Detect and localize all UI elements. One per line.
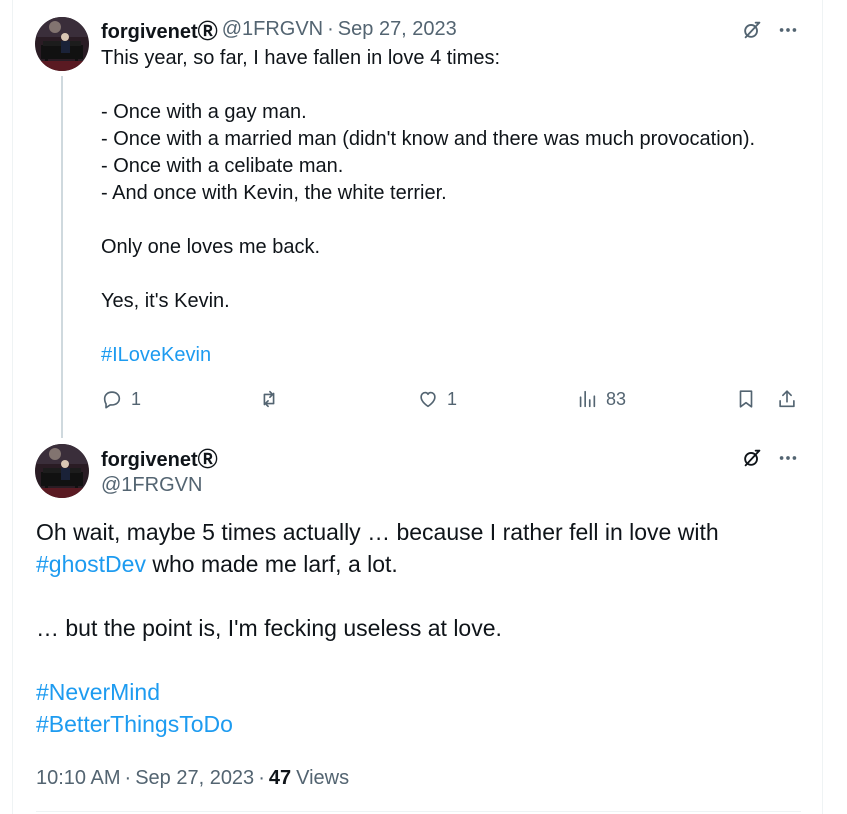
avatar[interactable] — [35, 17, 89, 71]
views-button[interactable]: 83 — [576, 385, 626, 413]
tweet-line: - Once with a gay man. — [101, 101, 307, 123]
display-name[interactable]: forgivenetⓇ — [101, 444, 218, 471]
tweet-line: This year, so far, I have fallen in love… — [101, 47, 501, 69]
tweet-line: - Once with a celibate man. — [101, 155, 344, 177]
more-options-icon[interactable] — [775, 445, 801, 471]
tweet-date[interactable]: Sep 27, 2023 — [135, 767, 254, 790]
display-name[interactable]: forgivenetⓇ — [101, 15, 218, 44]
bookmark-button[interactable] — [735, 385, 757, 413]
tweet-date[interactable]: Sep 27, 2023 — [338, 18, 457, 41]
tweet-line: Only one loves me back. — [101, 236, 320, 258]
tweet-line-text: who made me larf, a lot. — [145, 551, 398, 577]
tweet-line: … but the point is, I'm fecking useless … — [36, 615, 502, 641]
separator-dot: · — [124, 766, 132, 789]
thread-connector-line — [61, 76, 63, 438]
share-button[interactable] — [776, 385, 798, 413]
reply-icon — [103, 391, 121, 409]
hashtag-link[interactable]: #ghostDev — [36, 551, 146, 577]
tweet-text: Oh wait, maybe 5 times actually … becaus… — [36, 516, 816, 740]
avatar[interactable] — [35, 444, 89, 498]
frame-border-left — [12, 0, 13, 814]
repost-button[interactable] — [258, 385, 288, 413]
grok-icon[interactable] — [739, 445, 765, 471]
repost-icon — [263, 390, 275, 408]
user-handle[interactable]: @1FRGVN — [222, 18, 323, 41]
views-icon — [579, 390, 596, 408]
hashtag-link[interactable]: #ILoveKevin — [101, 344, 211, 366]
grok-icon[interactable] — [739, 17, 765, 43]
tweet-line: - And once with Kevin, the white terrier… — [101, 182, 447, 204]
like-button[interactable]: 1 — [417, 385, 457, 413]
tweet-text: This year, so far, I have fallen in love… — [101, 45, 801, 369]
more-options-icon[interactable] — [775, 17, 801, 43]
tweet-line: Yes, it's Kevin. — [101, 290, 230, 312]
views-count: 47 — [268, 766, 292, 789]
like-count: 1 — [447, 388, 458, 409]
reply-count: 1 — [131, 388, 142, 409]
tweet-line: - Once with a married man (didn't know a… — [101, 128, 756, 150]
separator-dot: · — [258, 766, 265, 789]
like-icon — [420, 391, 436, 408]
views-label: Views — [296, 766, 350, 789]
hashtag-link[interactable]: #NeverMind — [36, 679, 160, 705]
tweet-line: #ghostDev who made me larf, a lot. — [36, 548, 816, 580]
separator-dot: · — [327, 17, 334, 40]
tweet-actions-bar: 1 1 83 — [101, 385, 801, 413]
divider — [36, 811, 801, 812]
reply-button[interactable]: 1 — [101, 385, 141, 413]
user-handle[interactable]: @1FRGVN — [101, 472, 202, 498]
frame-border-right — [822, 0, 823, 814]
tweet-time[interactable]: 10:10 AM — [36, 767, 121, 790]
views-count: 83 — [606, 388, 627, 409]
hashtag-link[interactable]: #BetterThingsToDo — [36, 711, 233, 737]
tweet-meta: 10:10 AM · Sep 27, 2023 · 47 Views — [36, 764, 349, 792]
tweet-header: forgivenetⓇ @1FRGVN · Sep 27, 2023 — [101, 15, 457, 44]
tweet-line: Oh wait, maybe 5 times actually … becaus… — [36, 519, 719, 545]
share-icon — [779, 390, 795, 408]
bookmark-icon — [739, 390, 753, 408]
